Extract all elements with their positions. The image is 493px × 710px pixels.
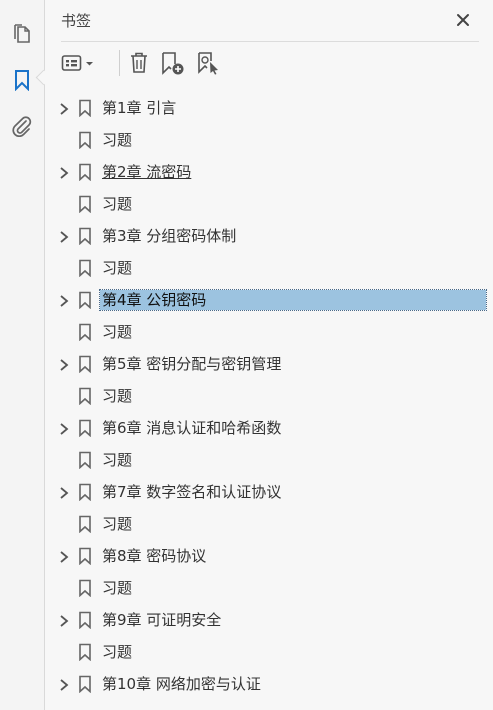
bookmark-item-chapter[interactable]: 第8章 密码协议	[45, 540, 493, 572]
bookmark-label: 第3章 分组密码体制	[102, 227, 237, 245]
bookmark-icon	[78, 131, 92, 150]
toolbar-separator	[119, 50, 120, 76]
bookmark-icon	[78, 643, 92, 662]
bookmark-item-exercise[interactable]: 习题	[45, 508, 493, 540]
bookmark-label: 习题	[102, 323, 133, 341]
chevron-right-icon[interactable]	[58, 165, 70, 179]
attachments-button[interactable]	[8, 112, 36, 140]
bookmark-label: 习题	[102, 451, 133, 469]
bookmark-icon	[78, 579, 92, 598]
bookmark-label: 第6章 消息认证和哈希函数	[102, 419, 282, 437]
new-bookmark-icon	[162, 52, 184, 75]
bookmark-label: 习题	[102, 515, 133, 533]
bookmark-icon	[78, 259, 92, 278]
bookmark-icon	[78, 451, 92, 470]
bookmark-item-chapter[interactable]: 第3章 分组密码体制	[45, 220, 493, 252]
bookmark-label: 习题	[102, 387, 133, 405]
bookmark-item-exercise[interactable]: 习题	[45, 444, 493, 476]
bookmark-icon	[78, 387, 92, 406]
bookmarks-toolbar	[61, 46, 479, 80]
attachment-icon	[12, 116, 32, 137]
panel-header: 书签	[61, 0, 479, 42]
find-bookmark-icon	[198, 52, 218, 75]
delete-icon	[131, 52, 147, 73]
bookmark-item-exercise[interactable]: 习题	[45, 188, 493, 220]
bookmark-icon	[78, 227, 92, 246]
delete-button[interactable]	[127, 50, 151, 76]
bookmark-label: 第1章 引言	[102, 99, 177, 117]
bookmark-item-chapter[interactable]: 第9章 可证明安全	[45, 604, 493, 636]
options-menu-button[interactable]	[61, 50, 97, 76]
bookmark-icon	[78, 355, 92, 374]
bookmark-label: 第9章 可证明安全	[102, 611, 222, 629]
bookmark-item-chapter[interactable]: 第6章 消息认证和哈希函数	[45, 412, 493, 444]
bookmark-item-chapter[interactable]: 第2章 流密码	[45, 156, 493, 188]
navigation-rail	[0, 0, 45, 710]
bookmark-icon	[78, 291, 92, 310]
panel-title: 书签	[61, 12, 92, 30]
chevron-right-icon[interactable]	[58, 613, 70, 627]
bookmark-label: 习题	[102, 195, 133, 213]
bookmark-icon	[15, 70, 29, 91]
bookmark-tree: 第1章 引言 习题 第2章 流密码 习题 第3章 分组密码体制 习题 第4章 公钥密码 习题第…	[45, 92, 493, 700]
bookmark-item-chapter[interactable]: 第4章 公钥密码	[45, 284, 493, 316]
close-icon	[457, 14, 469, 26]
chevron-right-icon[interactable]	[58, 101, 70, 115]
bookmark-icon	[78, 195, 92, 214]
options-menu-icon	[61, 55, 93, 71]
bookmark-item-exercise[interactable]: 习题	[45, 572, 493, 604]
find-bookmark-button[interactable]	[195, 50, 223, 76]
bookmark-label: 习题	[102, 643, 133, 661]
bookmark-icon	[78, 611, 92, 630]
bookmark-label: 第7章 数字签名和认证协议	[102, 483, 282, 501]
chevron-right-icon[interactable]	[58, 357, 70, 371]
chevron-right-icon[interactable]	[58, 485, 70, 499]
bookmark-item-exercise[interactable]: 习题	[45, 124, 493, 156]
bookmark-item-exercise[interactable]: 习题	[45, 316, 493, 348]
bookmark-icon	[78, 675, 92, 694]
chevron-right-icon[interactable]	[58, 229, 70, 243]
bookmarks-panel: 书签 第1章 引言 习题 第2章 流密码 习题 第3章 分组密码体制 习题 第4…	[45, 0, 493, 710]
pages-button[interactable]	[8, 20, 36, 48]
bookmark-icon	[78, 547, 92, 566]
bookmark-label: 习题	[102, 579, 133, 597]
chevron-right-icon[interactable]	[58, 677, 70, 691]
close-button[interactable]	[455, 12, 471, 28]
bookmark-item-chapter[interactable]: 第1章 引言	[45, 92, 493, 124]
bookmark-item-chapter[interactable]: 第7章 数字签名和认证协议	[45, 476, 493, 508]
bookmark-item-exercise[interactable]: 习题	[45, 252, 493, 284]
chevron-right-icon[interactable]	[58, 293, 70, 307]
bookmark-label: 习题	[102, 259, 133, 277]
bookmarks-button[interactable]	[8, 66, 36, 94]
bookmark-label: 第10章 网络加密与认证	[102, 675, 261, 693]
bookmark-icon	[78, 163, 92, 182]
chevron-right-icon[interactable]	[58, 421, 70, 435]
bookmark-item-exercise[interactable]: 习题	[45, 636, 493, 668]
bookmark-icon	[78, 483, 92, 502]
bookmark-label: 习题	[102, 131, 133, 149]
bookmark-icon	[78, 99, 92, 118]
bookmark-item-chapter[interactable]: 第10章 网络加密与认证	[45, 668, 493, 700]
bookmark-item-exercise[interactable]: 习题	[45, 380, 493, 412]
bookmark-label: 第2章 流密码	[102, 163, 192, 181]
pages-icon	[14, 24, 30, 43]
chevron-right-icon[interactable]	[58, 549, 70, 563]
bookmark-label: 第8章 密码协议	[102, 547, 207, 565]
bookmark-icon	[78, 515, 92, 534]
bookmark-label: 第5章 密钥分配与密钥管理	[102, 355, 282, 373]
bookmark-icon	[78, 323, 92, 342]
bookmark-icon	[78, 419, 92, 438]
bookmark-label: 第4章 公钥密码	[99, 289, 487, 311]
new-bookmark-button[interactable]	[159, 50, 187, 76]
bookmark-item-chapter[interactable]: 第5章 密钥分配与密钥管理	[45, 348, 493, 380]
